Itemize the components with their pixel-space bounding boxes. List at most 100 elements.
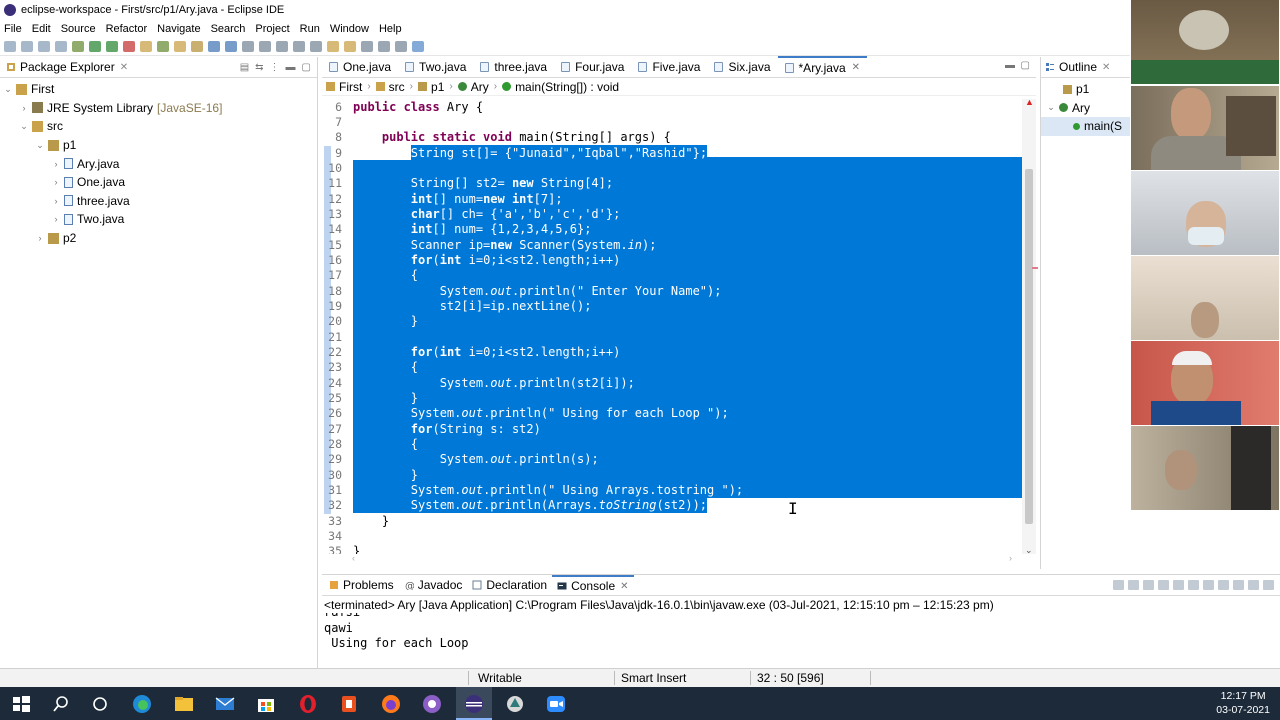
code-line[interactable]: 13 char[] ch= {'a','b','c','d'}; bbox=[322, 206, 1022, 223]
tree-item[interactable]: ⌄ p1 bbox=[0, 136, 317, 155]
breadcrumb-item[interactable]: Ary bbox=[457, 80, 489, 94]
package-explorer-tab[interactable]: Package Explorer ✕ ▤ ⇆ ⋮ ▬ ▢ bbox=[0, 57, 317, 78]
view-menu-icon[interactable]: ⋮ bbox=[270, 62, 280, 73]
code-line[interactable]: 16 for(int i=0;i<st2.length;i++) bbox=[322, 252, 1022, 269]
editor-tab[interactable]: Two.java bbox=[398, 56, 473, 77]
menu-search[interactable]: Search bbox=[211, 23, 246, 35]
browser-icon[interactable] bbox=[421, 693, 443, 715]
code-line[interactable]: 30 } bbox=[322, 466, 1022, 483]
tab-declaration[interactable]: Declaration bbox=[467, 575, 552, 596]
system-clock[interactable]: 12:17 PM 03-07-2021 bbox=[1216, 689, 1270, 717]
editor-tab[interactable]: Five.java bbox=[631, 56, 707, 77]
chevron-right-icon[interactable]: › bbox=[50, 214, 62, 224]
code-line[interactable]: 25 } bbox=[322, 390, 1022, 407]
participant-video[interactable] bbox=[1131, 171, 1279, 255]
error-marker[interactable]: ▲ bbox=[1025, 97, 1034, 107]
remove-launch-icon[interactable] bbox=[1128, 580, 1139, 590]
save-all-icon[interactable] bbox=[38, 40, 50, 52]
open-type-icon[interactable] bbox=[191, 40, 203, 52]
terminate-icon[interactable] bbox=[1113, 580, 1124, 590]
firefox-icon[interactable] bbox=[380, 693, 402, 715]
new-package-icon[interactable] bbox=[157, 40, 169, 52]
chevron-right-icon[interactable]: › bbox=[50, 196, 62, 206]
editor-tab[interactable]: three.java bbox=[473, 56, 554, 77]
chevron-down-icon[interactable]: ⌄ bbox=[34, 140, 46, 151]
tree-item[interactable]: ⌄ src bbox=[0, 117, 317, 136]
code-line[interactable]: 21 bbox=[322, 328, 1022, 345]
code-line[interactable]: 10 bbox=[322, 160, 1022, 177]
code-line[interactable]: 8 public static void main(String[] args)… bbox=[322, 130, 1022, 145]
chevron-down-icon[interactable]: ⌄ bbox=[1045, 102, 1057, 113]
last-edit-icon[interactable] bbox=[293, 40, 305, 52]
menu-help[interactable]: Help bbox=[379, 23, 402, 35]
participant-video[interactable] bbox=[1131, 86, 1279, 170]
tree-item[interactable]: ⌄ First bbox=[0, 80, 317, 99]
prev-annotation-icon[interactable] bbox=[276, 40, 288, 52]
code-line[interactable]: 24 System.out.println(st2[i]); bbox=[322, 374, 1022, 391]
outline-item-class[interactable]: ⌄ Ary bbox=[1041, 99, 1130, 118]
code-line[interactable]: 9 String st[]= {"Junaid","Iqbal","Rashid… bbox=[322, 144, 1022, 161]
outline-item-method[interactable]: main(S bbox=[1041, 117, 1130, 136]
breadcrumb-item[interactable]: p1 bbox=[418, 80, 444, 94]
minimize-icon[interactable] bbox=[1248, 580, 1259, 590]
editor-tab[interactable]: Four.java bbox=[554, 56, 631, 77]
code-line[interactable]: 33 } bbox=[322, 513, 1022, 528]
task-view-icon[interactable] bbox=[89, 693, 111, 715]
breadcrumb-item[interactable]: First bbox=[326, 80, 362, 94]
word-wrap-icon[interactable] bbox=[1188, 580, 1199, 590]
link-icon[interactable] bbox=[395, 40, 407, 52]
code-line[interactable]: 20 } bbox=[322, 313, 1022, 330]
new-class-icon[interactable] bbox=[174, 40, 186, 52]
tab-console[interactable]: Console ✕ bbox=[552, 574, 634, 596]
run-last-icon[interactable] bbox=[106, 40, 118, 52]
debug-icon[interactable] bbox=[72, 40, 84, 52]
windows-start-icon[interactable] bbox=[10, 693, 32, 715]
code-line[interactable]: 11 String[] st2= new String[4]; bbox=[322, 175, 1022, 192]
close-icon[interactable]: ✕ bbox=[620, 581, 628, 592]
menu-run[interactable]: Run bbox=[300, 23, 320, 35]
maximize-icon[interactable] bbox=[1263, 580, 1274, 590]
search-icon[interactable] bbox=[50, 693, 72, 715]
maximize-icon[interactable]: ▢ bbox=[302, 62, 311, 73]
menu-source[interactable]: Source bbox=[61, 23, 96, 35]
save-icon[interactable] bbox=[21, 40, 33, 52]
breadcrumb-item[interactable]: src bbox=[375, 80, 405, 94]
toggle-block-icon[interactable] bbox=[225, 40, 237, 52]
chevron-right-icon[interactable]: › bbox=[50, 177, 62, 187]
clear-console-icon[interactable] bbox=[1158, 580, 1169, 590]
office-icon[interactable] bbox=[338, 693, 360, 715]
remove-all-icon[interactable] bbox=[1143, 580, 1154, 590]
code-line[interactable]: 18 System.out.println(" Enter Your Name"… bbox=[322, 282, 1022, 299]
show-console-icon[interactable] bbox=[1203, 580, 1214, 590]
code-line[interactable]: 31 System.out.println(" Using Arrays.tos… bbox=[322, 482, 1022, 499]
tree-item[interactable]: › three.java bbox=[0, 192, 317, 211]
menu-refactor[interactable]: Refactor bbox=[106, 23, 148, 35]
menu-edit[interactable]: Edit bbox=[32, 23, 51, 35]
file-explorer-icon[interactable] bbox=[173, 693, 195, 715]
store-icon[interactable] bbox=[255, 693, 277, 715]
back-icon[interactable] bbox=[310, 40, 322, 52]
close-icon[interactable]: ✕ bbox=[852, 62, 860, 73]
vertical-scrollbar[interactable]: ▲ ⌄ bbox=[1022, 97, 1036, 555]
chevron-down-icon[interactable]: ⌄ bbox=[18, 121, 30, 132]
editor-window-controls[interactable]: ▬ ▢ bbox=[1005, 60, 1030, 71]
tree-item[interactable]: › One.java bbox=[0, 173, 317, 192]
tab-javadoc[interactable]: @ Javadoc bbox=[399, 575, 468, 596]
search-toolbar-icon[interactable] bbox=[361, 40, 373, 52]
edge-icon[interactable] bbox=[131, 693, 153, 715]
toggle-highlight-icon[interactable] bbox=[208, 40, 220, 52]
minimize-icon[interactable]: ▬ bbox=[286, 62, 296, 73]
scroll-lock-icon[interactable] bbox=[1173, 580, 1184, 590]
editor-tab[interactable]: Six.java bbox=[707, 56, 777, 77]
menu-project[interactable]: Project bbox=[255, 23, 289, 35]
participant-video[interactable] bbox=[1131, 341, 1279, 425]
tree-item[interactable]: › JRE System Library [JavaSE-16] bbox=[0, 99, 317, 118]
chevron-right-icon[interactable]: › bbox=[50, 159, 62, 169]
chevron-right-icon[interactable]: › bbox=[34, 233, 46, 243]
show-whitespace-icon[interactable] bbox=[242, 40, 254, 52]
code-line[interactable]: 14 int[] num= {1,2,3,4,5,6}; bbox=[322, 221, 1022, 238]
code-line[interactable]: 7 bbox=[322, 114, 1022, 129]
new-icon[interactable] bbox=[4, 40, 16, 52]
new-java-project-icon[interactable] bbox=[140, 40, 152, 52]
participant-video[interactable] bbox=[1131, 256, 1279, 340]
